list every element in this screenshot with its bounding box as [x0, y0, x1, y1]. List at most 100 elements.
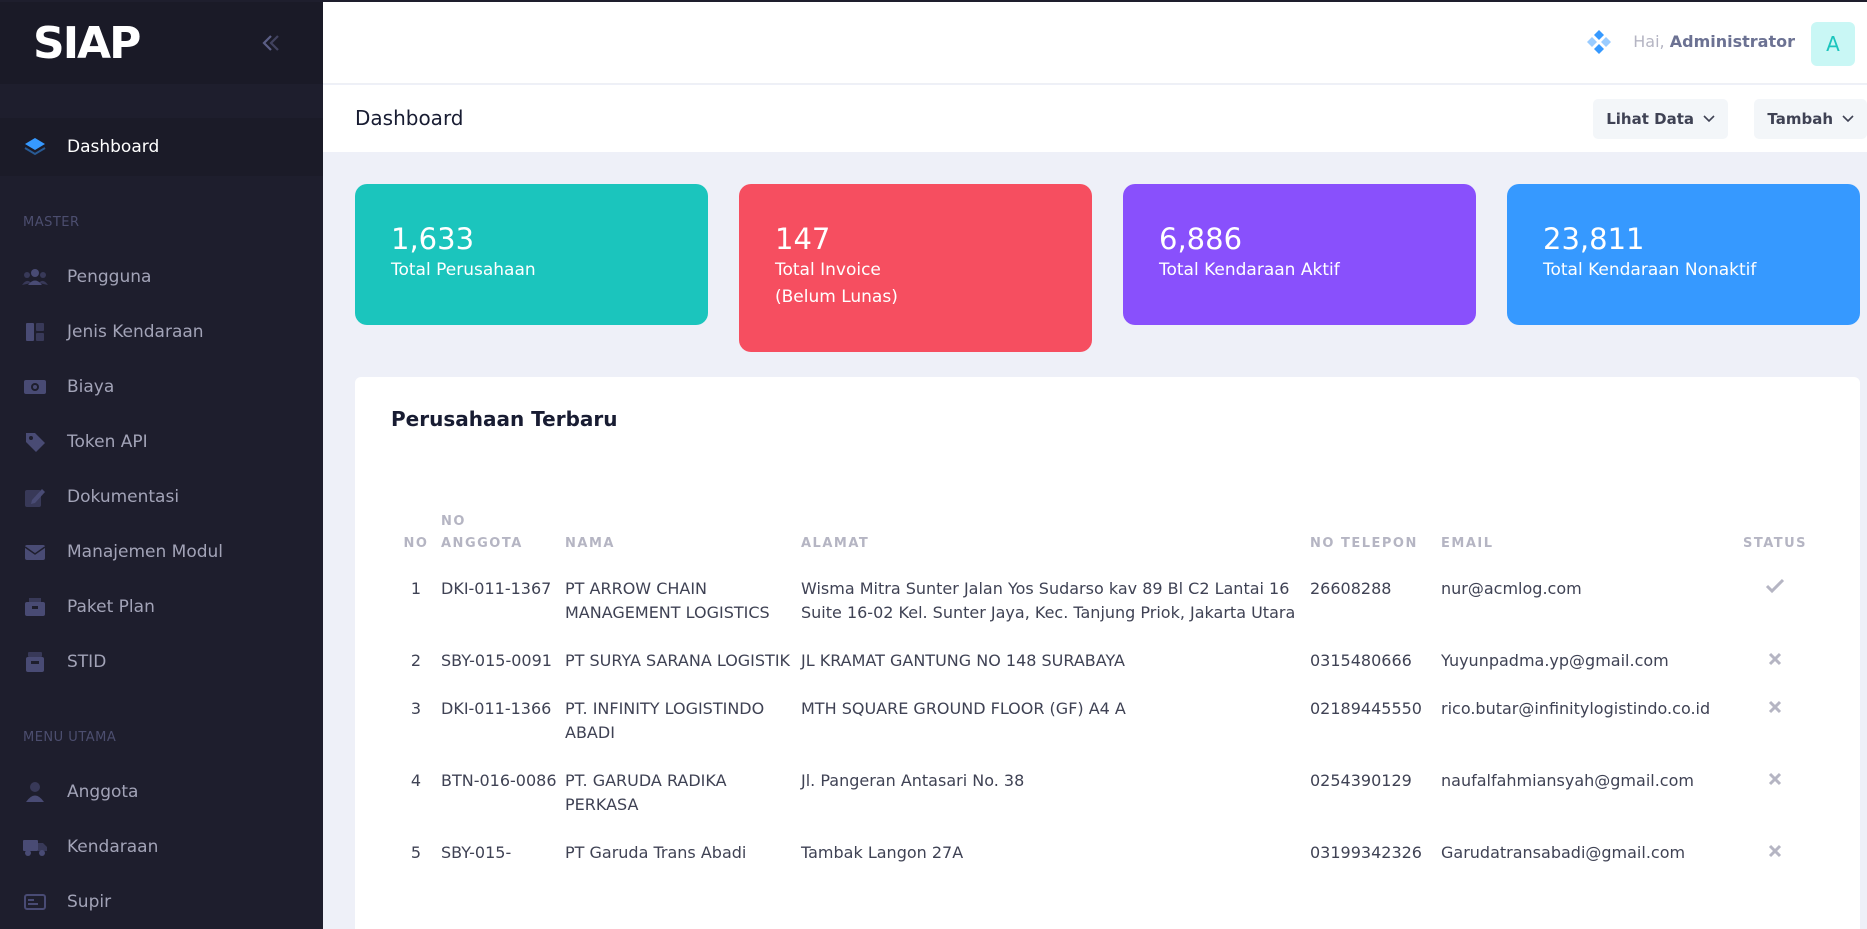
stat-value: 6,886 [1159, 222, 1243, 256]
cell-telepon: 26608288 [1310, 579, 1392, 598]
table-row[interactable]: 1 DKI-011-1367 PT ARROW CHAIN MANAGEMENT… [391, 563, 1815, 635]
cell-email: Garudatransabadi@gmail.com [1441, 843, 1686, 862]
lihat-data-label: Lihat Data [1606, 110, 1694, 128]
app-logo[interactable]: SIAP [33, 18, 141, 69]
sidebar-item-label: Pengguna [67, 267, 152, 287]
sidebar-item-label: Manajemen Modul [67, 542, 224, 562]
cell-anggota: SBY-015-0091 [441, 651, 552, 670]
sidebar-item-label: Token API [67, 432, 148, 452]
page-title: Dashboard [355, 106, 464, 130]
cell-no: 5 [410, 843, 422, 862]
cell-anggota: DKI-011-1367 [441, 579, 552, 598]
cell-alamat: Tambak Langon 27A [801, 843, 964, 862]
cell-no: 2 [410, 651, 422, 670]
status-inactive-icon [1735, 635, 1815, 683]
user-greeting[interactable]: Hai, Administrator [1633, 32, 1795, 51]
stat-value: 147 [775, 222, 831, 256]
companies-table: NO NO ANGGOTA NAMA ALAMAT NO TELEPON EMAI… [391, 511, 1815, 875]
stat-label-sub: (Belum Lunas) [775, 287, 898, 307]
cell-no: 4 [410, 771, 422, 790]
cell-alamat: MTH SQUARE GROUND FLOOR (GF) A4 A [801, 699, 1126, 718]
edit-icon [22, 486, 48, 508]
money-icon [22, 376, 48, 398]
apps-icon[interactable] [1585, 28, 1613, 56]
status-inactive-icon [1735, 755, 1815, 827]
sidebar-item-dokumentasi[interactable]: Dokumentasi [0, 474, 323, 520]
sidebar-item-label: Anggota [67, 782, 139, 802]
mail-icon [22, 541, 48, 563]
sidebar-item-token-api[interactable]: Token API [0, 419, 323, 465]
stat-card-kendaraan-aktif[interactable]: 6,886 Total Kendaraan Aktif [1123, 184, 1476, 325]
cell-telepon: 03199342326 [1310, 843, 1422, 862]
cell-telepon: 0254390129 [1310, 771, 1412, 790]
category-icon [22, 321, 48, 343]
col-no-anggota[interactable]: NO ANGGOTA [441, 511, 565, 563]
sidebar-item-stid[interactable]: STID [0, 639, 323, 685]
cell-alamat: Wisma Mitra Sunter Jalan Yos Sudarso kav… [801, 579, 1296, 622]
col-nama[interactable]: NAMA [565, 511, 801, 563]
col-email[interactable]: EMAIL [1441, 511, 1735, 563]
tambah-label: Tambah [1767, 110, 1833, 128]
sidebar-item-label: Kendaraan [67, 837, 159, 857]
tambah-dropdown[interactable]: Tambah [1754, 99, 1867, 139]
collapse-sidebar-icon[interactable] [259, 31, 283, 55]
cell-telepon: 0315480666 [1310, 651, 1412, 670]
table-header-row: NO NO ANGGOTA NAMA ALAMAT NO TELEPON EMAI… [391, 511, 1815, 563]
user-name: Administrator [1669, 32, 1795, 51]
cell-alamat: JL KRAMAT GANTUNG NO 148 SURABAYA [801, 651, 1125, 670]
sidebar-item-label: STID [67, 652, 107, 672]
avatar[interactable]: A [1811, 22, 1855, 66]
user-icon [22, 781, 48, 803]
cell-no: 1 [410, 579, 422, 598]
sidebar-item-manajemen-modul[interactable]: Manajemen Modul [0, 529, 323, 575]
section-menu-utama-heading: MENU UTAMA [23, 730, 117, 745]
stat-card-kendaraan-nonaktif[interactable]: 23,811 Total Kendaraan Nonaktif [1507, 184, 1860, 325]
lihat-data-dropdown[interactable]: Lihat Data [1593, 99, 1728, 139]
sidebar-item-biaya[interactable]: Biaya [0, 364, 323, 410]
stat-label: Total Invoice [775, 260, 881, 280]
sidebar-item-label: Dokumentasi [67, 487, 180, 507]
cell-nama: PT. INFINITY LOGISTINDO ABADI [565, 699, 765, 742]
sidebar-item-dashboard[interactable]: Dashboard [0, 118, 323, 176]
chevron-down-icon [1842, 115, 1854, 123]
recent-companies-panel: Perusahaan Terbaru NO NO ANGGOTA NAMA ALA… [355, 377, 1860, 929]
stat-label: Total Kendaraan Aktif [1159, 260, 1340, 280]
box-icon [22, 651, 48, 673]
sidebar-item-anggota[interactable]: Anggota [0, 769, 323, 815]
sidebar-item-kendaraan[interactable]: Kendaraan [0, 824, 323, 870]
greeting-text: Hai, [1633, 32, 1665, 51]
table-row[interactable]: 4 BTN-016-0086 PT. GARUDA RADIKA PERKASA… [391, 755, 1815, 827]
sidebar-item-label: Paket Plan [67, 597, 155, 617]
status-active-icon [1735, 563, 1815, 635]
stat-card-perusahaan[interactable]: 1,633 Total Perusahaan [355, 184, 708, 325]
sidebar-item-paket-plan[interactable]: Paket Plan [0, 584, 323, 630]
sidebar-item-pengguna[interactable]: Pengguna [0, 254, 323, 300]
panel-title: Perusahaan Terbaru [391, 407, 618, 431]
cell-anggota: SBY-015- [441, 843, 512, 862]
status-inactive-icon [1735, 827, 1815, 875]
sidebar-item-label: Jenis Kendaraan [67, 322, 204, 342]
cell-alamat: Jl. Pangeran Antasari No. 38 [801, 771, 1025, 790]
stat-label: Total Perusahaan [391, 260, 536, 280]
cell-telepon: 02189445550 [1310, 699, 1422, 718]
cell-nama: PT Garuda Trans Abadi [565, 843, 747, 862]
subheader: Dashboard Lihat Data Tambah [323, 85, 1867, 152]
table-row[interactable]: 3 DKI-011-1366 PT. INFINITY LOGISTINDO A… [391, 683, 1815, 755]
package-icon [22, 596, 48, 618]
cell-nama: PT ARROW CHAIN MANAGEMENT LOGISTICS [565, 579, 770, 622]
sidebar-item-jenis-kendaraan[interactable]: Jenis Kendaraan [0, 309, 323, 355]
stat-value: 1,633 [391, 222, 475, 256]
col-telepon[interactable]: NO TELEPON [1310, 511, 1441, 563]
col-no[interactable]: NO [391, 511, 441, 563]
col-status[interactable]: STATUS [1735, 511, 1815, 563]
cell-email: nur@acmlog.com [1441, 579, 1582, 598]
col-no-anggota-line1: NO [441, 514, 466, 529]
stat-card-invoice[interactable]: 147 Total Invoice (Belum Lunas) [739, 184, 1092, 352]
table-row[interactable]: 2 SBY-015-0091 PT SURYA SARANA LOGISTIK … [391, 635, 1815, 683]
cell-nama: PT. GARUDA RADIKA PERKASA [565, 771, 727, 814]
table-row[interactable]: 5 SBY-015- PT Garuda Trans Abadi Tambak … [391, 827, 1815, 875]
sidebar-item-supir[interactable]: Supir [0, 879, 323, 925]
cell-nama: PT SURYA SARANA LOGISTIK [565, 651, 791, 670]
cell-email: rico.butar@infinitylogistindo.co.id [1441, 699, 1711, 718]
col-alamat[interactable]: ALAMAT [801, 511, 1310, 563]
